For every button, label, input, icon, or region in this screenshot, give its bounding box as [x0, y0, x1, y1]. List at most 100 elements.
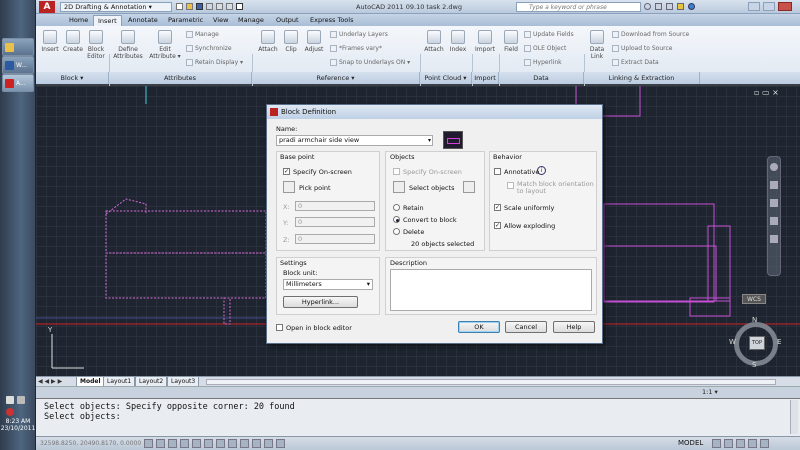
model-space-toggle[interactable]: MODEL: [678, 439, 703, 447]
ole-object-button[interactable]: OLE Object: [524, 45, 566, 52]
dynamic-input-icon[interactable]: [228, 439, 237, 448]
close-icon[interactable]: [778, 2, 792, 11]
workspace-switching-icon[interactable]: [736, 439, 745, 448]
x-input[interactable]: 0: [295, 201, 375, 211]
delete-radio[interactable]: [393, 228, 400, 235]
frames-vary-select[interactable]: *Frames vary*: [330, 45, 382, 52]
y-input[interactable]: 0: [295, 217, 375, 227]
annotative-checkbox[interactable]: [494, 168, 501, 175]
insert-button[interactable]: Insert: [39, 30, 61, 53]
adjust-button[interactable]: Adjust: [301, 30, 327, 53]
extract-data-button[interactable]: Extract Data: [612, 59, 659, 66]
polar-tracking-icon[interactable]: [180, 439, 189, 448]
minimize-icon[interactable]: [748, 2, 760, 11]
retain-radio[interactable]: [393, 204, 400, 211]
search-icon[interactable]: [644, 3, 651, 10]
synchronize-button[interactable]: Synchronize: [186, 45, 232, 52]
select-objects-label[interactable]: Select objects: [409, 184, 455, 192]
create-button[interactable]: Create: [61, 30, 85, 53]
tab-view[interactable]: View: [209, 15, 232, 26]
quick-view-drawings-icon[interactable]: [724, 439, 733, 448]
open-icon[interactable]: [186, 3, 193, 10]
z-input[interactable]: 0: [295, 234, 375, 244]
dialog-title-bar[interactable]: Block Definition: [267, 105, 602, 119]
block-unit-select[interactable]: Millimeters ▾: [283, 279, 373, 290]
compass-w[interactable]: W: [729, 338, 736, 346]
zoom-icon[interactable]: [770, 199, 778, 207]
speaker-icon[interactable]: [6, 408, 14, 416]
showmotion-icon[interactable]: [770, 235, 778, 243]
match-orientation-checkbox[interactable]: [507, 182, 514, 189]
help-button[interactable]: Help: [553, 321, 595, 333]
tab-annotate[interactable]: Annotate: [124, 15, 162, 26]
orbit-icon[interactable]: [770, 217, 778, 225]
info-icon[interactable]: i: [537, 166, 546, 175]
base-specify-checkbox[interactable]: ✓: [283, 168, 290, 175]
point-cloud-attach-button[interactable]: Attach: [422, 30, 446, 53]
tab-parametric[interactable]: Parametric: [164, 15, 207, 26]
convert-to-block-radio[interactable]: [393, 216, 400, 223]
taskbar-button-word[interactable]: W...: [2, 56, 34, 74]
underlay-layers-button[interactable]: Underlay Layers: [330, 31, 388, 38]
coordinates-readout[interactable]: 32598.8250, 20490.8170, 0.0000: [40, 440, 141, 447]
search-input[interactable]: Type a keyword or phrase: [516, 2, 641, 12]
dynamic-ucs-icon[interactable]: [216, 439, 225, 448]
snap-mode-icon[interactable]: [144, 439, 153, 448]
cancel-button[interactable]: Cancel: [505, 321, 547, 333]
taskbar-button-autocad[interactable]: A...: [2, 74, 34, 92]
restore-icon[interactable]: [763, 2, 775, 11]
ok-button[interactable]: OK: [458, 321, 500, 333]
viewcube[interactable]: TOP: [734, 322, 778, 366]
communication-icon[interactable]: [666, 3, 673, 10]
attach-button[interactable]: Attach: [255, 30, 281, 53]
import-button[interactable]: Import: [473, 30, 497, 53]
pick-point-icon[interactable]: [283, 181, 295, 193]
undo-icon[interactable]: [216, 3, 223, 10]
open-in-block-editor-checkbox[interactable]: [276, 324, 283, 331]
grid-display-icon[interactable]: [156, 439, 165, 448]
save-icon[interactable]: [196, 3, 203, 10]
ortho-mode-icon[interactable]: [168, 439, 177, 448]
plot-icon[interactable]: [236, 3, 243, 10]
upload-source-button[interactable]: Upload to Source: [612, 45, 672, 52]
clean-screen-icon[interactable]: [760, 439, 769, 448]
subscription-icon[interactable]: [655, 3, 662, 10]
compass-n[interactable]: N: [752, 316, 757, 324]
snap-underlays-button[interactable]: Snap to Underlays ON ▾: [330, 59, 410, 66]
field-button[interactable]: Field: [501, 30, 521, 53]
allow-exploding-checkbox[interactable]: ✓: [494, 222, 501, 229]
steeringwheel-icon[interactable]: [770, 163, 778, 171]
quick-select-icon[interactable]: [463, 181, 475, 193]
object-snap-tracking-icon[interactable]: [204, 439, 213, 448]
lineweight-icon[interactable]: [240, 439, 249, 448]
navigation-bar[interactable]: [767, 156, 781, 276]
hyperlink-button[interactable]: Hyperlink: [524, 59, 562, 66]
scale-uniformly-checkbox[interactable]: ✓: [494, 204, 501, 211]
favorites-icon[interactable]: [677, 3, 684, 10]
tab-express-tools[interactable]: Express Tools: [306, 15, 357, 26]
tab-manage[interactable]: Manage: [234, 15, 268, 26]
panel-title-reference[interactable]: Reference ▾: [252, 72, 420, 84]
block-editor-button[interactable]: Block Editor: [85, 30, 107, 60]
redo-icon[interactable]: [226, 3, 233, 10]
horizontal-scrollbar[interactable]: [206, 379, 776, 385]
workspace-select[interactable]: 2D Drafting & Annotation ▾: [60, 2, 172, 12]
command-scrollbar[interactable]: [790, 400, 798, 434]
retain-display-button[interactable]: Retain Display ▾: [186, 59, 243, 66]
objects-specify-checkbox[interactable]: [393, 168, 400, 175]
block-name-input[interactable]: pradi armchair side view ▾: [276, 135, 433, 146]
download-source-button[interactable]: Download from Source: [612, 31, 689, 38]
select-objects-icon[interactable]: [393, 181, 405, 193]
tab-output[interactable]: Output: [272, 15, 303, 26]
clock[interactable]: 8:23 AM 23/10/2011: [0, 418, 36, 432]
viewport-controls[interactable]: ▫ ▭ ×: [754, 88, 779, 97]
quick-view-layouts-icon[interactable]: [712, 439, 721, 448]
panel-title-point-cloud[interactable]: Point Cloud ▾: [420, 72, 472, 84]
compass-s[interactable]: S: [752, 361, 756, 369]
panel-title-block[interactable]: Block ▾: [36, 72, 109, 84]
lock-icon[interactable]: [748, 439, 757, 448]
tab-home[interactable]: Home: [65, 15, 92, 26]
selection-cycling-icon[interactable]: [276, 439, 285, 448]
data-link-button[interactable]: Data Link: [586, 30, 608, 60]
annotation-scale[interactable]: 1:1 ▾: [702, 388, 718, 396]
